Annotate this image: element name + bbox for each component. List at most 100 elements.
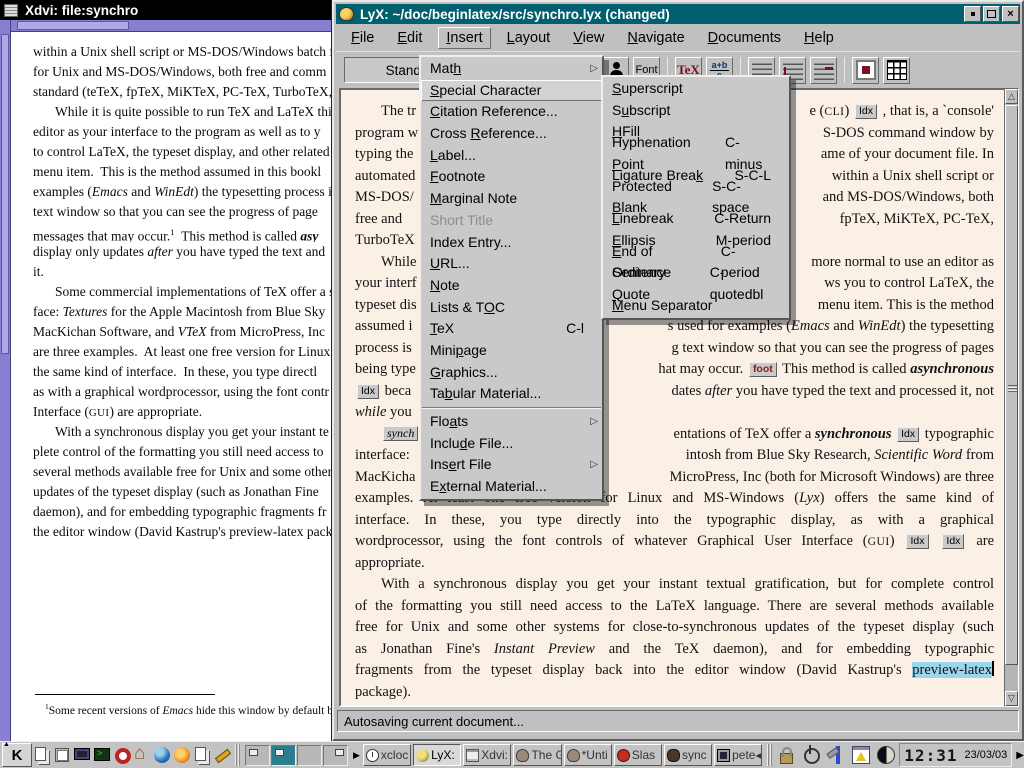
menu-item-insert-file[interactable]: Insert File▷	[421, 454, 602, 476]
xdvi-horizontal-scrollbar[interactable]	[11, 20, 331, 32]
close-button[interactable]: ×	[1002, 6, 1019, 22]
menu-item-subscript[interactable]: Subscript	[603, 100, 789, 122]
menu-item-floats[interactable]: Floats▷	[421, 411, 602, 433]
menu-item-graphics[interactable]: Graphics...	[421, 362, 602, 384]
tray-organizer-icon[interactable]	[850, 744, 872, 766]
menu-item-label: Lists & TOC	[430, 297, 505, 319]
menubar-navigate[interactable]: Navigate	[620, 28, 691, 48]
menu-item-math[interactable]: Math▷	[421, 58, 602, 80]
panel-handle[interactable]	[235, 744, 240, 766]
launcher-home[interactable]	[132, 743, 152, 767]
text-run: updates of the typeset display (such as …	[33, 484, 319, 499]
foot-inset-button[interactable]: foot	[749, 362, 777, 377]
scroll-thumb[interactable]	[1005, 105, 1018, 665]
panel-hide-arrow-icon[interactable]: ▶	[1016, 750, 1024, 761]
taskbar-button-sync[interactable]: sync	[664, 744, 712, 766]
menu-item-ordinary-quote[interactable]: Ordinary QuoteC-quotedbl	[603, 273, 789, 295]
idx-inset-button[interactable]: Idx	[906, 534, 928, 549]
menubar-file[interactable]: File	[344, 28, 381, 48]
launcher-desktop[interactable]	[52, 743, 72, 767]
idx-inset-button[interactable]: Idx	[357, 384, 379, 399]
launcher-editor[interactable]	[212, 743, 232, 767]
launcher-mail[interactable]	[172, 743, 192, 767]
launcher-window-list[interactable]	[32, 743, 52, 767]
menu-item-marginal-note[interactable]: Marginal Note	[421, 188, 602, 210]
menubar-insert[interactable]: Insert	[438, 27, 490, 49]
idx-inset-button[interactable]: Idx	[897, 427, 919, 442]
menu-item-cross-reference[interactable]: Cross Reference...	[421, 123, 602, 145]
text-run: face:	[33, 304, 63, 319]
menu-item-short-title[interactable]: Short Title	[421, 210, 602, 232]
menu-item-protected-blank[interactable]: Protected BlankS-C-space	[603, 186, 789, 208]
pager-desktop-4[interactable]	[323, 745, 348, 766]
insert-table-icon[interactable]	[883, 57, 910, 84]
taskbar-button-the-g[interactable]: The G	[513, 744, 561, 766]
menu-item-external-material[interactable]: External Material...	[421, 476, 602, 498]
taskbar-button-xcloc[interactable]: xcloc	[363, 744, 411, 766]
menu-item-footnote[interactable]: Footnote	[421, 166, 602, 188]
launcher-display[interactable]	[72, 743, 92, 767]
pager-desktop-2[interactable]	[271, 745, 296, 766]
taskbar-button-unti[interactable]: *Unti	[564, 744, 612, 766]
menu-item-note[interactable]: Note	[421, 275, 602, 297]
menu-item-index-entry[interactable]: Index Entry...	[421, 232, 602, 254]
tray-klipper-icon[interactable]	[825, 744, 847, 766]
taskbar-button-lyx[interactable]: LyX:	[413, 744, 461, 766]
tray-lock-icon[interactable]	[775, 744, 797, 766]
xdvi-hscroll-thumb[interactable]	[17, 21, 129, 30]
launcher-browser[interactable]	[152, 743, 172, 767]
taskbar-button-pete[interactable]: pete◀	[714, 744, 762, 766]
taskbar: K ▶ xclocLyX:Xdvi:The G*UntiSlassyncpete…	[0, 741, 1024, 768]
menu-item-label[interactable]: Label...	[421, 145, 602, 167]
menu-item-hyphenation-point[interactable]: Hyphenation PointC-minus	[603, 143, 789, 165]
line-right-fragment: entations of TeX offer a synchronous Idx…	[674, 424, 994, 446]
lyx-titlebar[interactable]: LyX: ~/doc/beginlatex/src/synchro.lyx (c…	[336, 4, 1020, 24]
clock-applet[interactable]: 12:31 23/03/03	[899, 743, 1012, 767]
tray-moonphase-icon[interactable]	[875, 744, 897, 766]
idx-inset-button[interactable]: Idx	[855, 104, 877, 119]
menubar-view[interactable]: View	[566, 28, 611, 48]
menubar-edit[interactable]: Edit	[390, 28, 429, 48]
menubar-layout[interactable]: Layout	[500, 28, 558, 48]
insert-figure-icon[interactable]	[852, 57, 879, 84]
menu-item-menu-separator[interactable]: Menu Separator	[603, 295, 789, 317]
document-scrollbar[interactable]: △ ▽	[1004, 88, 1019, 707]
pager-desktop-1[interactable]	[245, 745, 270, 766]
tasklist-arrow-icon[interactable]: ▶	[353, 750, 360, 761]
menubar-documents[interactable]: Documents	[701, 28, 788, 48]
text-run: standard (teTeX, fpTeX, MiKTeX, PC-TeX, …	[33, 84, 331, 99]
iconify-button[interactable]	[964, 6, 981, 22]
idx-inset-button[interactable]: Idx	[942, 534, 964, 549]
menu-item-special-character[interactable]: Special Character	[421, 80, 602, 102]
xdvi-text-line: messages that may occur.1 This method is…	[33, 222, 331, 242]
menu-item-include-file[interactable]: Include File...	[421, 433, 602, 455]
maximize-icon	[987, 10, 996, 18]
launcher-terminal[interactable]	[92, 743, 112, 767]
xdvi-vertical-scrollbar[interactable]	[0, 20, 11, 741]
k-menu-button[interactable]: K	[2, 743, 32, 767]
menu-item-tex[interactable]: TeXC-l	[421, 318, 602, 340]
menu-item-superscript[interactable]: Superscript	[603, 78, 789, 100]
launcher-windows[interactable]	[192, 743, 212, 767]
xdvi-titlebar[interactable]: Xdvi: file:synchro	[0, 0, 331, 20]
menubar-help[interactable]: Help	[797, 28, 841, 48]
change-depth-icon[interactable]	[810, 57, 837, 84]
maximize-button[interactable]	[983, 6, 1000, 22]
tray-logout-icon[interactable]	[800, 744, 822, 766]
menu-item-linebreak[interactable]: LinebreakC-Return	[603, 208, 789, 230]
launcher-help[interactable]	[112, 743, 132, 767]
scroll-up-icon[interactable]: △	[1005, 89, 1018, 104]
pager-desktop-3[interactable]	[297, 745, 322, 766]
taskbar-button-slas[interactable]: Slas	[614, 744, 662, 766]
menu-item-citation-reference[interactable]: Citation Reference...	[421, 101, 602, 123]
menu-item-tabular-material[interactable]: Tabular Material...	[421, 383, 602, 405]
menu-item-lists-toc[interactable]: Lists & TOC	[421, 297, 602, 319]
tray-handle[interactable]	[767, 744, 772, 766]
menu-item-minipage[interactable]: Minipage	[421, 340, 602, 362]
taskbar-button-xdvi[interactable]: Xdvi:	[463, 744, 511, 766]
scroll-down-icon[interactable]: ▽	[1005, 691, 1018, 706]
xdvi-vscroll-thumb[interactable]	[1, 34, 9, 354]
menu-item-url[interactable]: URL...	[421, 253, 602, 275]
label-inset-button[interactable]: synch	[383, 426, 418, 441]
lyx-app-icon	[339, 7, 354, 21]
